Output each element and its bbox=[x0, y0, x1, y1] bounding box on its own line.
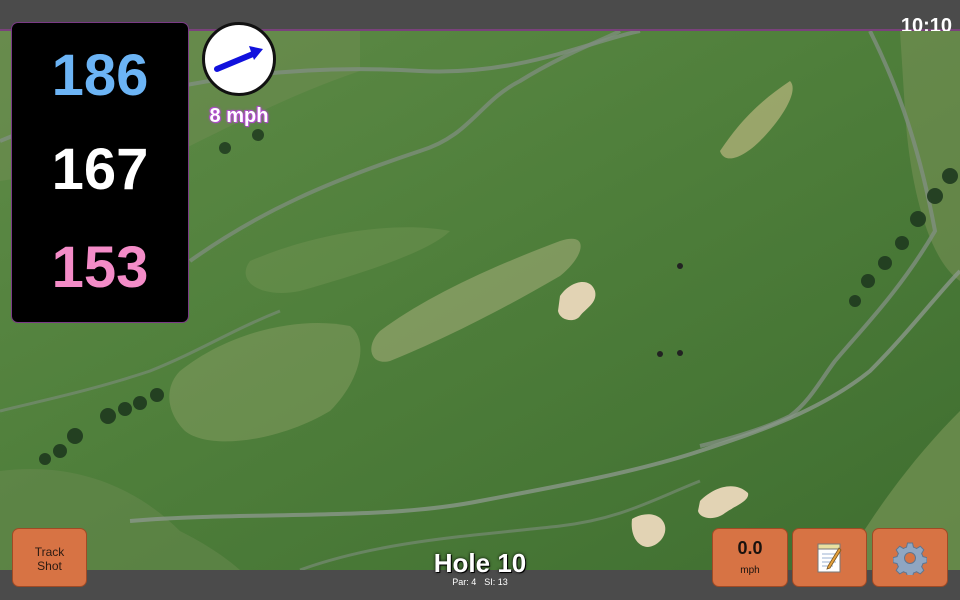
distance-back: 186 bbox=[51, 43, 149, 108]
notepad-icon bbox=[817, 543, 842, 572]
gear-icon bbox=[893, 542, 927, 575]
wind-speed-value: 0.0 bbox=[737, 538, 763, 558]
wind-direction-dial bbox=[202, 22, 276, 96]
distance-panel: 186 167 153 bbox=[11, 22, 189, 323]
track-shot-label: Track Shot bbox=[34, 545, 65, 573]
wind-speed-button[interactable]: 0.0 mph bbox=[712, 528, 788, 587]
wind-speed-unit: mph bbox=[740, 565, 760, 576]
distance-front: 153 bbox=[51, 235, 149, 300]
golf-gps-app: 10:10 186 167 153 8 mph Track Shot Hole … bbox=[0, 0, 960, 600]
track-shot-button[interactable]: Track Shot bbox=[12, 528, 87, 587]
hole-par: Par: 4 bbox=[452, 577, 477, 587]
hole-info: Hole 10 Par: 4 SI: 13 bbox=[380, 549, 580, 588]
wind-speed: 8 mph bbox=[209, 105, 269, 127]
wind-arrow-icon bbox=[214, 46, 263, 72]
hole-title: Hole 10 bbox=[433, 548, 527, 578]
distance-middle: 167 bbox=[51, 137, 149, 202]
hole-si: SI: 13 bbox=[484, 577, 508, 587]
hole-details: Par: 4 SI: 13 bbox=[380, 577, 580, 588]
notes-button[interactable] bbox=[792, 528, 867, 587]
settings-button[interactable] bbox=[872, 528, 948, 587]
